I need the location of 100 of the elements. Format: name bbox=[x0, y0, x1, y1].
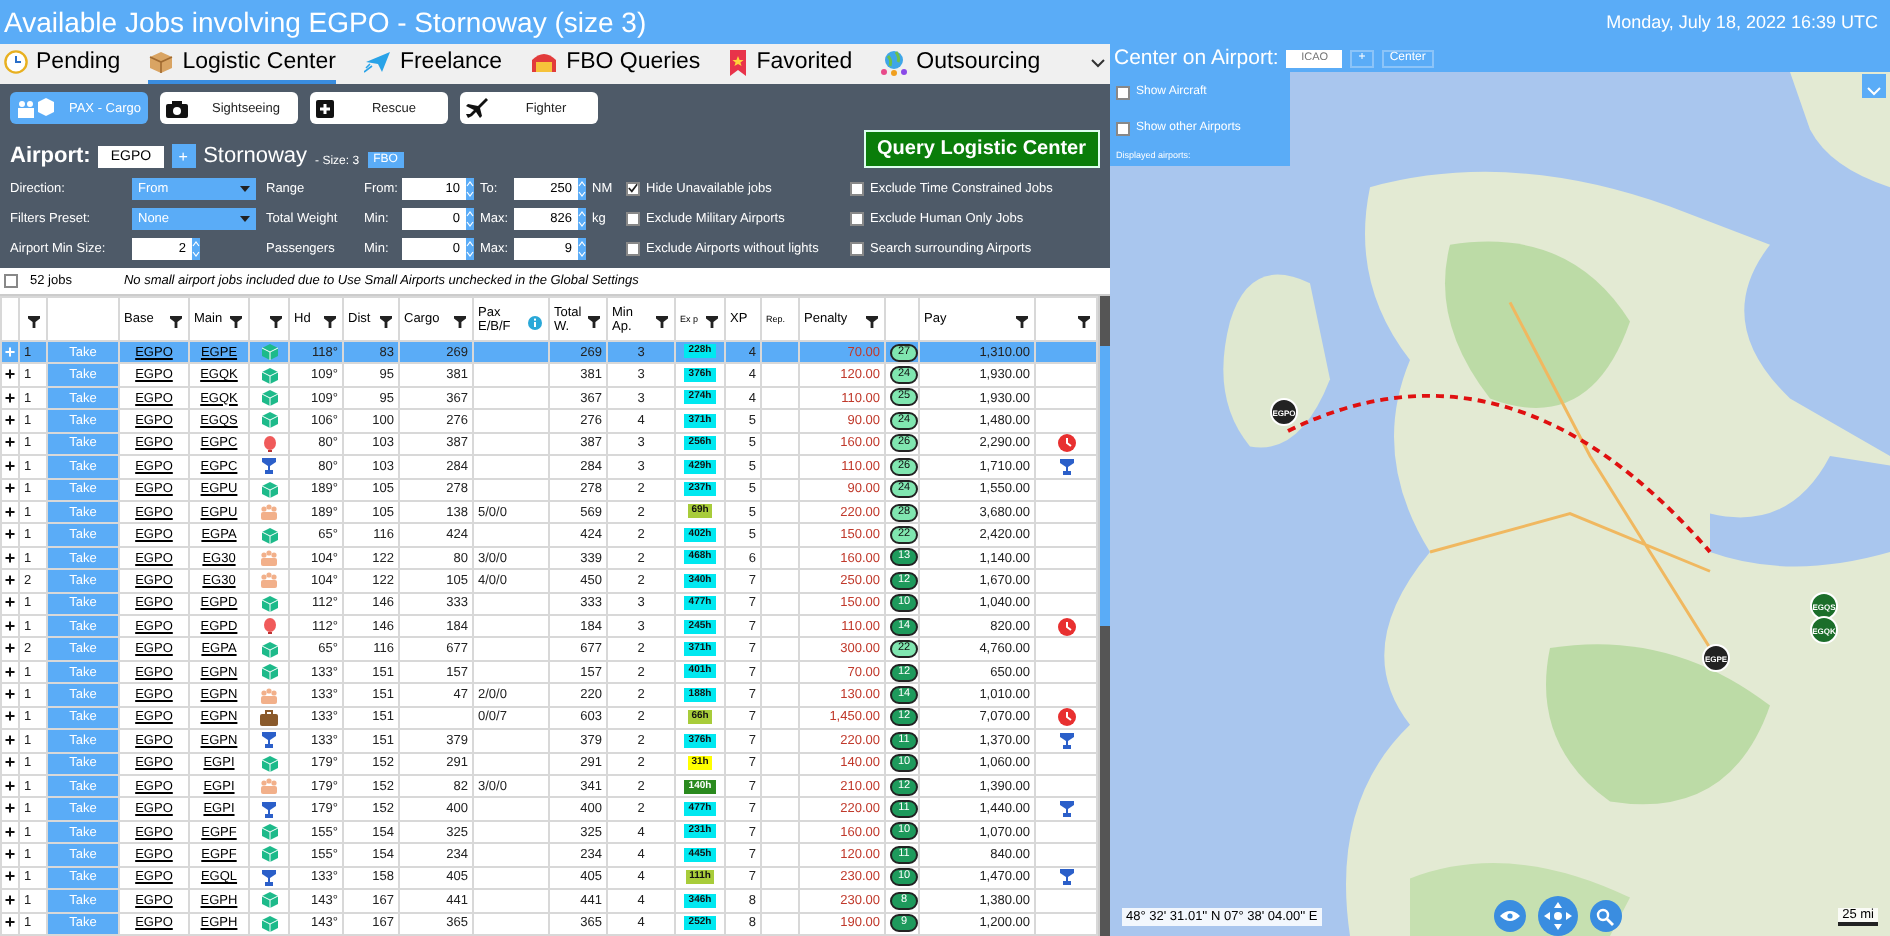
checkbox[interactable] bbox=[1116, 121, 1130, 135]
filter-icon[interactable] bbox=[706, 316, 718, 328]
trophy-icon bbox=[1059, 868, 1073, 887]
checkbox[interactable] bbox=[1116, 85, 1130, 99]
people-icon bbox=[260, 550, 278, 566]
spinner-icon[interactable] bbox=[578, 207, 586, 229]
briefcase-icon bbox=[260, 709, 278, 726]
cube-icon bbox=[261, 755, 277, 772]
garage-icon bbox=[530, 50, 559, 74]
spinner-icon[interactable] bbox=[192, 237, 200, 259]
filter-icon[interactable] bbox=[1078, 316, 1090, 328]
expand-button[interactable]: + bbox=[1, 409, 19, 433]
airport-name: Stornoway bbox=[203, 144, 308, 168]
globe-icon bbox=[880, 49, 909, 75]
search-icon bbox=[1596, 907, 1615, 925]
expand-button[interactable]: + bbox=[1, 478, 19, 501]
filter-icon[interactable] bbox=[380, 316, 392, 328]
scrollbar[interactable] bbox=[1098, 296, 1110, 936]
expand-button[interactable]: + bbox=[1, 363, 19, 387]
filter-icon[interactable] bbox=[1016, 316, 1028, 328]
expand-button[interactable]: + bbox=[1, 569, 19, 593]
expand-button[interactable]: + bbox=[1, 683, 19, 707]
cube-icon bbox=[261, 915, 277, 932]
tab[interactable]: FBO Queries bbox=[530, 44, 701, 84]
filter-icon[interactable] bbox=[324, 316, 336, 328]
window-title: Available Jobs involving EGPO - Stornoway (size 3) bbox=[4, 6, 647, 38]
tab[interactable]: Outsourcing bbox=[880, 44, 1041, 84]
expand-button[interactable]: + bbox=[1, 843, 19, 867]
checkbox[interactable] bbox=[850, 241, 864, 255]
checkbox[interactable] bbox=[850, 211, 864, 225]
people-and-box-icon bbox=[16, 98, 56, 118]
tab[interactable]: Pending bbox=[4, 44, 121, 84]
checkbox[interactable] bbox=[626, 211, 640, 225]
trophy-icon bbox=[1059, 800, 1073, 819]
balloon-icon bbox=[263, 618, 275, 635]
checkbox[interactable] bbox=[850, 181, 864, 195]
trophy-icon bbox=[262, 458, 276, 475]
jet-icon bbox=[466, 98, 488, 118]
expand-button[interactable]: + bbox=[1, 637, 19, 661]
cube-icon bbox=[261, 344, 277, 361]
info-icon[interactable] bbox=[528, 316, 542, 330]
trophy-icon bbox=[1059, 457, 1073, 476]
spinner-icon[interactable] bbox=[578, 177, 586, 199]
clock-icon bbox=[4, 50, 28, 74]
bookmark-icon bbox=[728, 49, 749, 75]
trophy-icon bbox=[262, 869, 276, 886]
checkbox[interactable] bbox=[626, 181, 640, 195]
expand-button[interactable]: + bbox=[1, 797, 19, 821]
alarm-clock-icon bbox=[1057, 434, 1075, 453]
alarm-clock-icon bbox=[1057, 708, 1075, 727]
people-icon bbox=[260, 572, 278, 589]
query-button[interactable]: Query Logistic Center bbox=[863, 130, 1100, 168]
filter-icon[interactable] bbox=[454, 316, 466, 328]
checkbox[interactable] bbox=[626, 241, 640, 255]
move-arrows-icon bbox=[1543, 902, 1572, 930]
eye-icon bbox=[1499, 910, 1520, 922]
airport-label: Airport: bbox=[10, 144, 91, 168]
cube-icon bbox=[261, 412, 277, 429]
center-label: Center on Airport: bbox=[1114, 46, 1279, 70]
cube-icon bbox=[261, 824, 277, 841]
check-icon bbox=[628, 182, 638, 194]
balloon-icon bbox=[263, 435, 275, 452]
filter-icon[interactable] bbox=[270, 316, 282, 328]
cube-icon bbox=[261, 390, 277, 407]
date-time: Monday, July 18, 2022 16:39 UTC bbox=[1606, 12, 1878, 32]
alarm-clock-icon bbox=[1057, 617, 1075, 636]
tab[interactable]: Favorited bbox=[728, 44, 853, 84]
trophy-icon bbox=[1059, 731, 1073, 750]
caret-icon bbox=[240, 185, 250, 191]
box-icon bbox=[148, 50, 175, 74]
expand-button[interactable]: + bbox=[1, 729, 19, 753]
expand-button[interactable]: + bbox=[1, 912, 19, 935]
expand-button[interactable]: + bbox=[1, 455, 19, 479]
cube-icon bbox=[261, 846, 277, 863]
cube-icon bbox=[261, 527, 277, 544]
filter-icon[interactable] bbox=[230, 316, 242, 328]
spinner-icon[interactable] bbox=[466, 177, 474, 199]
trophy-icon bbox=[262, 801, 276, 818]
filter-icon[interactable] bbox=[170, 316, 182, 328]
chevron-down-icon[interactable] bbox=[1090, 58, 1106, 70]
tab[interactable]: Freelance bbox=[363, 44, 503, 84]
trophy-icon bbox=[262, 732, 276, 749]
spinner-icon[interactable] bbox=[466, 237, 474, 259]
paper-plane-icon bbox=[363, 50, 392, 74]
filter-icon[interactable] bbox=[28, 316, 40, 328]
expand-button[interactable]: + bbox=[1, 889, 19, 913]
expand-button[interactable]: + bbox=[1, 523, 19, 547]
people-icon bbox=[260, 687, 278, 704]
plus-square-icon bbox=[316, 99, 334, 117]
filter-icon[interactable] bbox=[588, 316, 600, 328]
filter-icon[interactable] bbox=[866, 316, 878, 328]
cube-icon bbox=[261, 664, 277, 681]
spinner-icon[interactable] bbox=[466, 207, 474, 229]
spinner-icon[interactable] bbox=[578, 237, 586, 259]
filter-icon[interactable] bbox=[656, 316, 668, 328]
people-icon bbox=[260, 504, 278, 521]
people-icon bbox=[260, 778, 278, 795]
cube-icon bbox=[261, 892, 277, 909]
checkbox[interactable] bbox=[4, 274, 18, 288]
cube-icon bbox=[261, 481, 277, 498]
